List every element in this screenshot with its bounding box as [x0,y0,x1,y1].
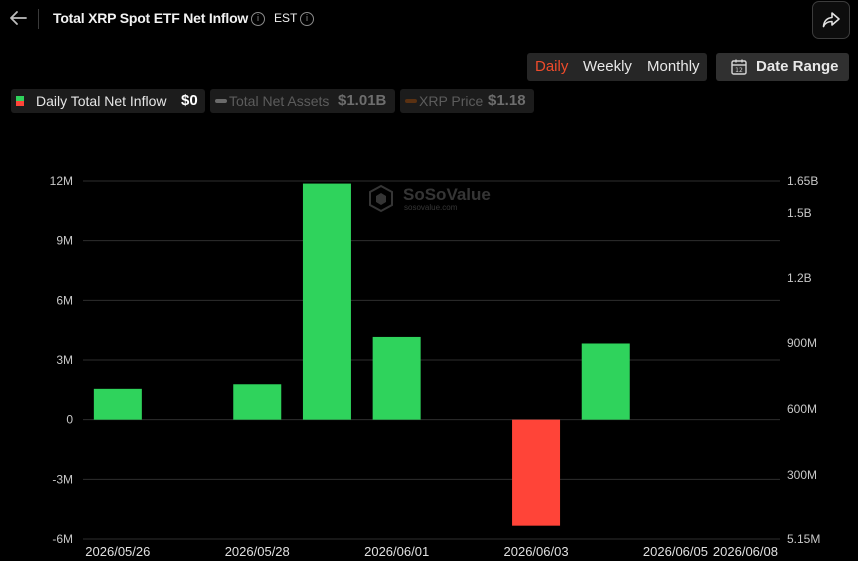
bar-2026/05/29 [302,183,351,420]
watermark-brand: SoSoValue [403,185,491,204]
x-tick-label: 2026/06/03 [504,544,569,559]
y-right-tick-label: 5.15M [787,532,820,546]
bar-2026/05/28 [233,384,282,420]
y-left-tick-label: 0 [66,413,73,427]
sosovalue-watermark: SoSoValue sosovalue.com [369,184,491,213]
y-left-tick-label: 3M [56,353,73,367]
net-inflow-chart: SoSoValue sosovalue.com 12M 9M 6M 3M 0 -3M -6M… [50,174,821,559]
x-tick-label: 2026/06/01 [364,544,429,559]
bar-2026/06/01 [372,336,421,420]
y-left-tick-label: -6M [52,532,73,546]
y-left-tick-label: -3M [52,472,73,486]
y-left-tick-label: 12M [50,174,73,188]
bar-2026/06/03 [512,419,561,526]
y-right-tick-label: 1.2B [787,271,812,285]
watermark-site: sosovalue.com [404,203,458,212]
y-right-tick-label: 1.5B [787,206,812,220]
x-tick-label: 2026/05/26 [85,544,150,559]
y-right-tick-label: 900M [787,336,817,350]
y-left-tick-label: 9M [56,234,73,248]
bar-2026/05/26 [93,388,142,420]
bar-2026/06/04 [581,343,630,420]
x-tick-label: 2026/05/28 [225,544,290,559]
y-right-tick-label: 300M [787,468,817,482]
y-right-tick-label: 600M [787,402,817,416]
x-tick-label: 2026/06/08 [713,544,778,559]
y-right-tick-label: 1.65B [787,174,818,188]
y-left-tick-label: 6M [56,293,73,307]
x-tick-label: 2026/06/05 [643,544,708,559]
